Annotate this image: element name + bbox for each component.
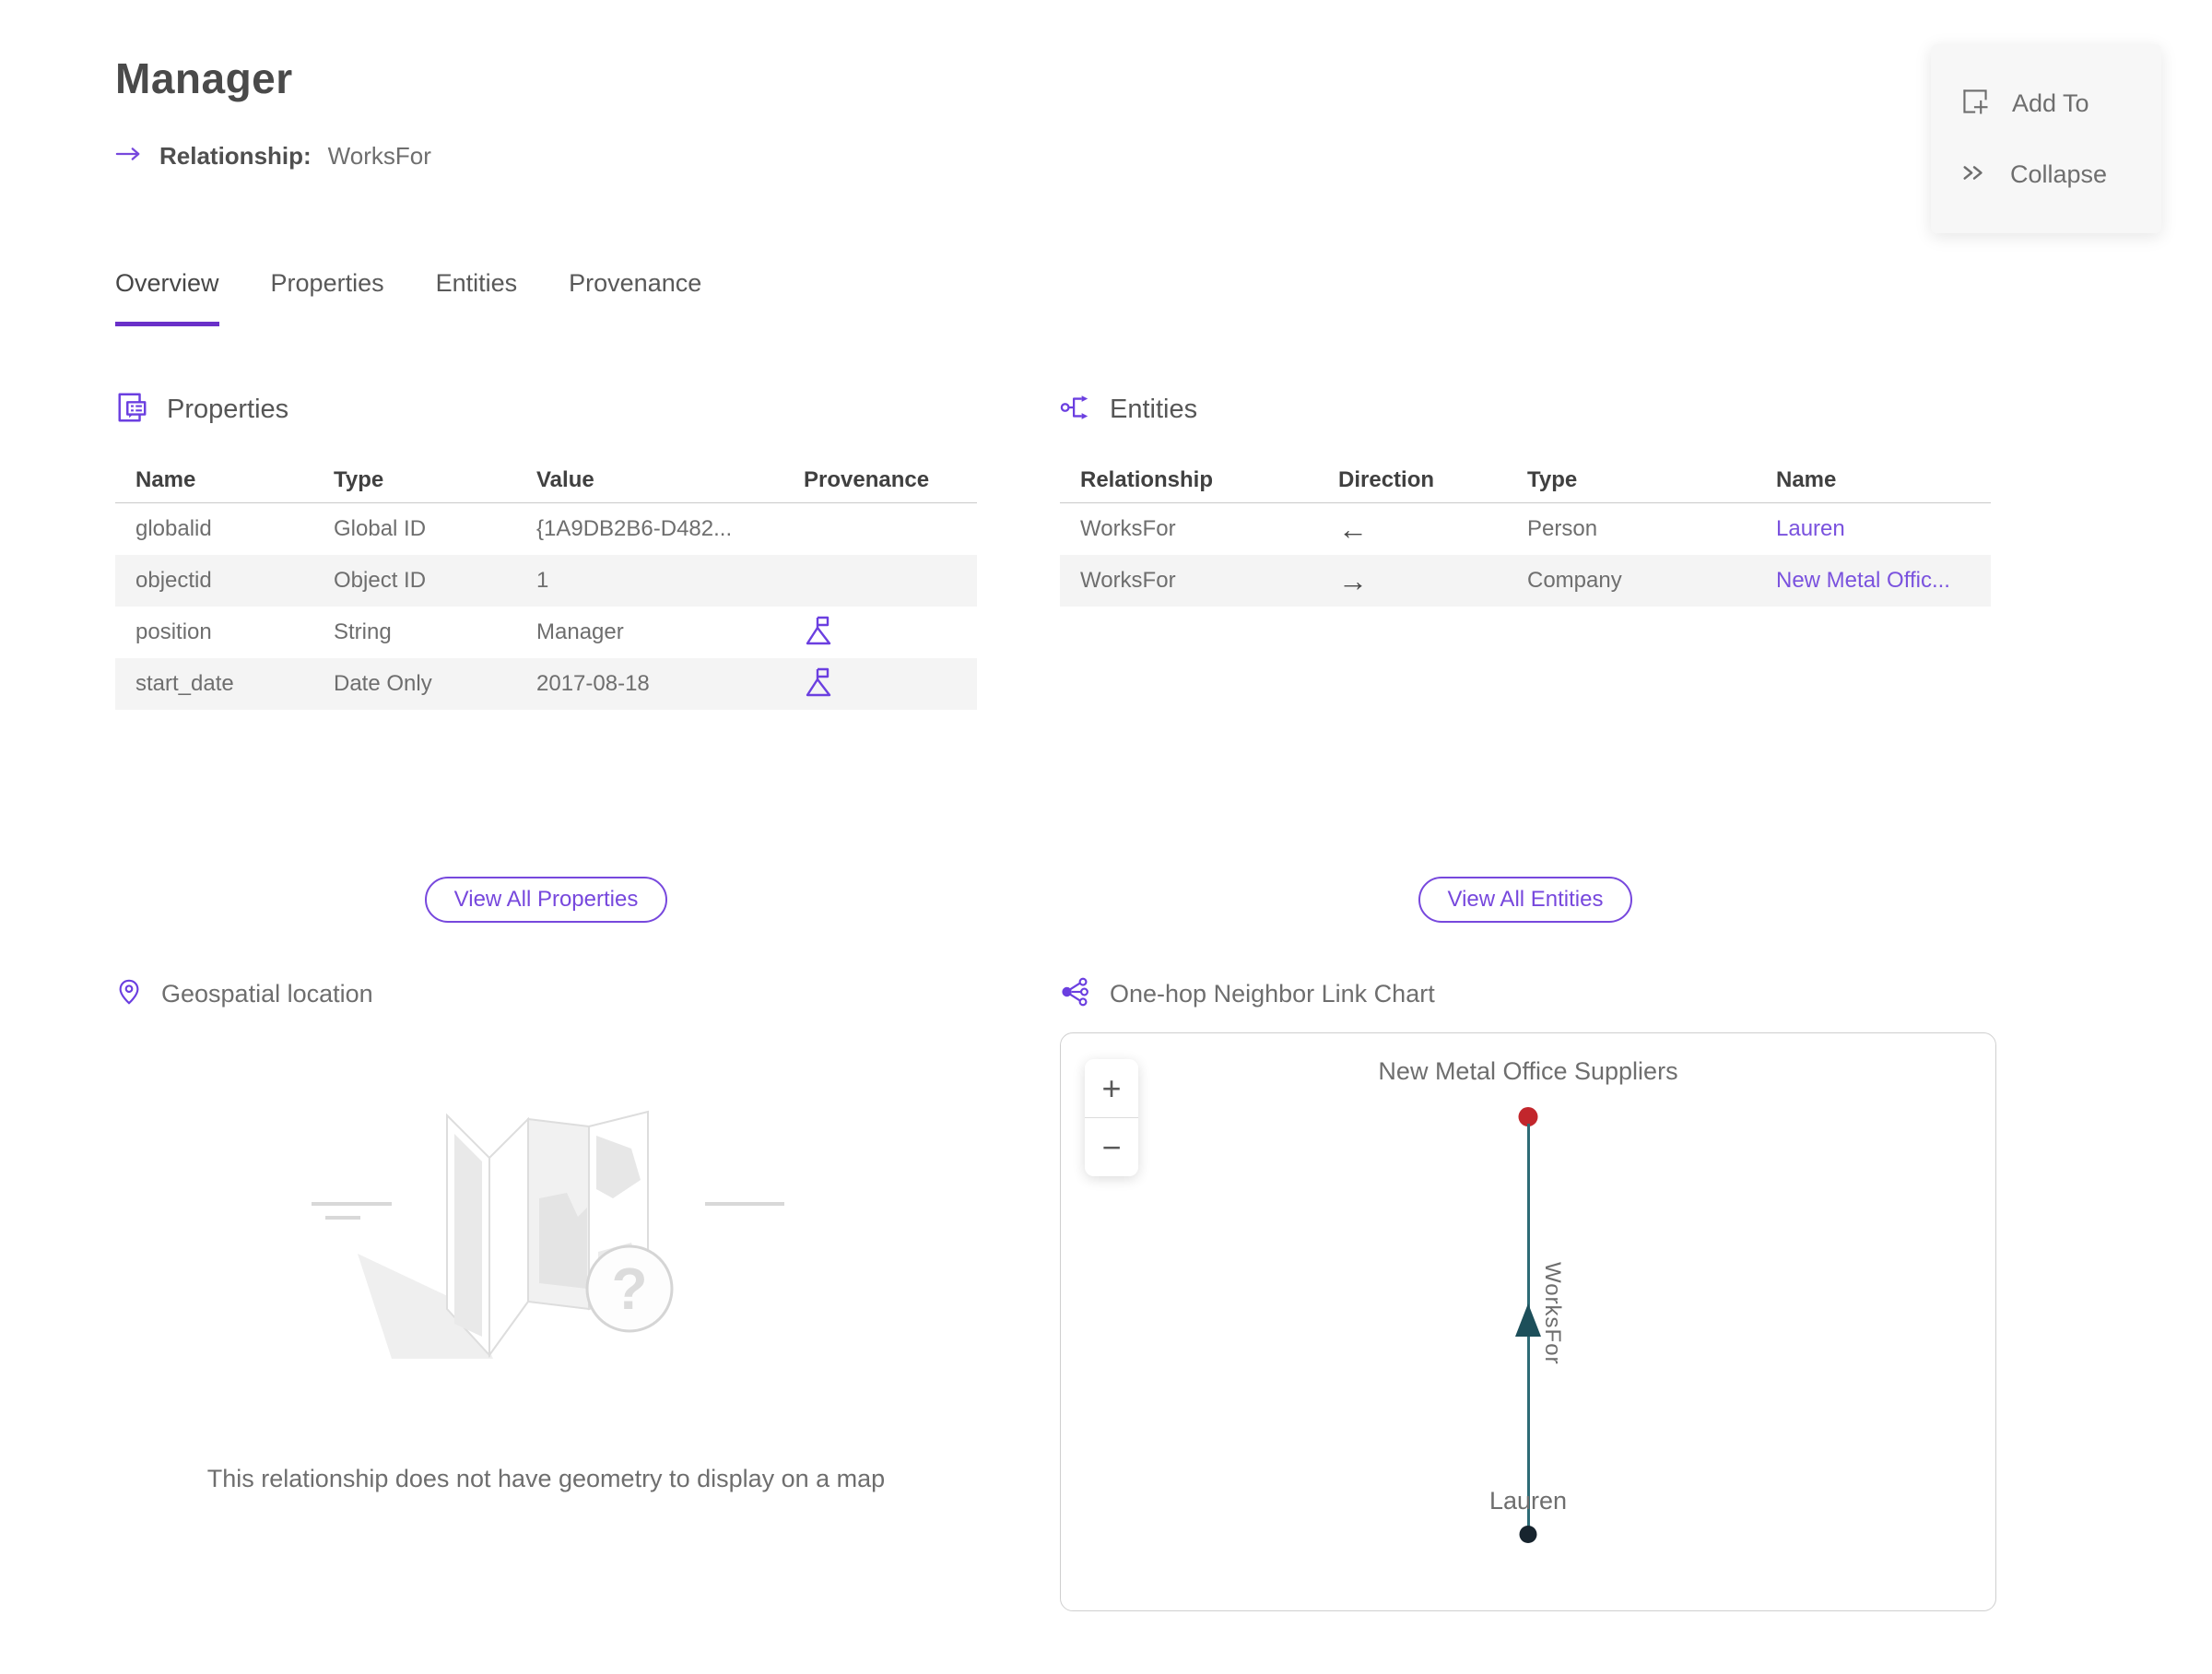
property-name: globalid bbox=[135, 516, 212, 541]
property-value: {1A9DB2B6-D482... bbox=[536, 516, 733, 541]
tab-bar: Overview Properties Entities Provenance bbox=[115, 269, 701, 326]
chart-zoom-controls: + − bbox=[1085, 1059, 1138, 1176]
relationship-subline: Relationship: WorksFor bbox=[115, 142, 431, 171]
col-header-provenance: Provenance bbox=[804, 466, 930, 492]
table-row: globalid Global ID {1A9DB2B6-D482... bbox=[115, 503, 977, 555]
zoom-in-button[interactable]: + bbox=[1085, 1059, 1138, 1117]
properties-section-header: Properties bbox=[115, 387, 977, 431]
table-row: objectid Object ID 1 bbox=[115, 555, 977, 607]
view-all-properties-button[interactable]: View All Properties bbox=[424, 877, 668, 923]
table-row: start_date Date Only 2017-08-18 bbox=[115, 658, 977, 710]
entity-type: Company bbox=[1527, 568, 1622, 593]
properties-column: Properties Name Type Value Provenance gl… bbox=[115, 387, 977, 1493]
view-all-properties-row: View All Properties bbox=[115, 872, 977, 927]
collapse-chevrons-icon bbox=[1960, 159, 1988, 191]
company-node-label: New Metal Office Suppliers bbox=[1378, 1057, 1678, 1085]
relationship-label: Relationship: bbox=[159, 142, 312, 170]
link-chart-section-title: One-hop Neighbor Link Chart bbox=[1110, 979, 1435, 1008]
col-header-name: Name bbox=[1776, 466, 1837, 492]
entities-icon bbox=[1060, 392, 1091, 428]
page-header: Manager Relationship: WorksFor bbox=[115, 53, 431, 171]
no-geometry-message: This relationship does not have geometry… bbox=[206, 1465, 886, 1492]
property-type: Global ID bbox=[334, 516, 427, 541]
view-all-entities-button[interactable]: View All Entities bbox=[1418, 877, 1633, 923]
entities-table-header: Relationship Direction Type Name bbox=[1060, 457, 1991, 503]
col-header-value: Value bbox=[536, 466, 594, 492]
properties-table-wrap: Name Type Value Provenance globalid Glob… bbox=[115, 457, 977, 872]
col-header-type: Type bbox=[1527, 466, 1578, 492]
property-name: position bbox=[135, 619, 212, 644]
entity-relationship: WorksFor bbox=[1080, 516, 1176, 541]
relationship-arrow-icon bbox=[115, 145, 143, 168]
add-to-icon bbox=[1960, 87, 1990, 121]
entity-type: Person bbox=[1527, 516, 1598, 541]
properties-table: Name Type Value Provenance globalid Glob… bbox=[115, 457, 977, 710]
svg-text:?: ? bbox=[611, 1256, 647, 1322]
collapse-button[interactable]: Collapse bbox=[1960, 159, 2143, 191]
col-header-type: Type bbox=[334, 466, 384, 492]
relationship-detail-page: Manager Relationship: WorksFor Add To Co… bbox=[0, 0, 2212, 1674]
edge-arrowhead-icon bbox=[1515, 1303, 1541, 1337]
entities-table: Relationship Direction Type Name WorksFo… bbox=[1060, 457, 1991, 607]
properties-section-title: Properties bbox=[167, 394, 289, 424]
entities-section-header: Entities bbox=[1060, 387, 1991, 431]
direction-arrow: ← bbox=[1338, 512, 1368, 546]
view-all-entities-row: View All Entities bbox=[1060, 872, 1991, 927]
collapse-label: Collapse bbox=[2010, 159, 2108, 188]
property-value: 2017-08-18 bbox=[536, 671, 650, 696]
provenance-flag-icon[interactable] bbox=[783, 666, 977, 703]
edge-label: WorksFor bbox=[1540, 1262, 1565, 1365]
property-value: 1 bbox=[536, 568, 549, 593]
entity-relationship: WorksFor bbox=[1080, 568, 1176, 593]
page-title: Manager bbox=[115, 54, 293, 102]
entities-column: Entities Relationship Direction Type Nam… bbox=[1060, 387, 1996, 1611]
property-type: Object ID bbox=[334, 568, 427, 593]
geospatial-section-title: Geospatial location bbox=[161, 979, 373, 1008]
map-placeholder-illustration: ? bbox=[311, 1110, 784, 1359]
geospatial-empty-state: ? This relationship does not have geomet… bbox=[115, 1012, 977, 1493]
col-header-name: Name bbox=[135, 466, 196, 492]
property-name: start_date bbox=[135, 671, 234, 696]
properties-table-header: Name Type Value Provenance bbox=[115, 457, 977, 503]
properties-icon bbox=[115, 391, 148, 429]
col-header-relationship: Relationship bbox=[1080, 466, 1214, 492]
geospatial-section-header: Geospatial location bbox=[115, 975, 977, 1012]
zoom-out-button[interactable]: − bbox=[1085, 1118, 1138, 1176]
property-type: String bbox=[334, 619, 392, 644]
table-row: position String Manager bbox=[115, 607, 977, 658]
person-node[interactable] bbox=[1519, 1526, 1537, 1543]
add-to-label: Add To bbox=[2012, 89, 2089, 118]
property-value: Manager bbox=[536, 619, 624, 644]
map-pin-icon bbox=[115, 978, 143, 1010]
entities-table-wrap: Relationship Direction Type Name WorksFo… bbox=[1060, 457, 1991, 872]
add-to-button[interactable]: Add To bbox=[1960, 87, 2143, 121]
link-chart-section-header: One-hop Neighbor Link Chart bbox=[1060, 975, 1991, 1012]
person-node-label: Lauren bbox=[1488, 1487, 1568, 1515]
col-header-direction: Direction bbox=[1338, 466, 1435, 492]
provenance-flag-icon[interactable] bbox=[783, 614, 977, 652]
property-name: objectid bbox=[135, 568, 212, 593]
direction-arrow: → bbox=[1338, 563, 1368, 597]
tab-properties[interactable]: Properties bbox=[271, 269, 384, 326]
entity-link[interactable]: New Metal Offic... bbox=[1776, 568, 1950, 593]
entity-link[interactable]: Lauren bbox=[1776, 516, 1845, 541]
tab-provenance[interactable]: Provenance bbox=[569, 269, 701, 326]
link-chart-icon bbox=[1060, 976, 1091, 1012]
floating-action-panel: Add To Collapse bbox=[1931, 44, 2161, 233]
one-hop-link-chart[interactable]: + − New Metal Office Suppliers WorksFor … bbox=[1060, 1032, 1996, 1611]
relationship-value: WorksFor bbox=[327, 142, 431, 170]
tab-entities[interactable]: Entities bbox=[436, 269, 518, 326]
tab-overview[interactable]: Overview bbox=[115, 269, 219, 326]
table-row: WorksFor ← Person Lauren bbox=[1060, 503, 1991, 555]
entities-section-title: Entities bbox=[1110, 394, 1198, 424]
table-row: WorksFor → Company New Metal Offic... bbox=[1060, 555, 1991, 607]
property-type: Date Only bbox=[334, 671, 432, 696]
